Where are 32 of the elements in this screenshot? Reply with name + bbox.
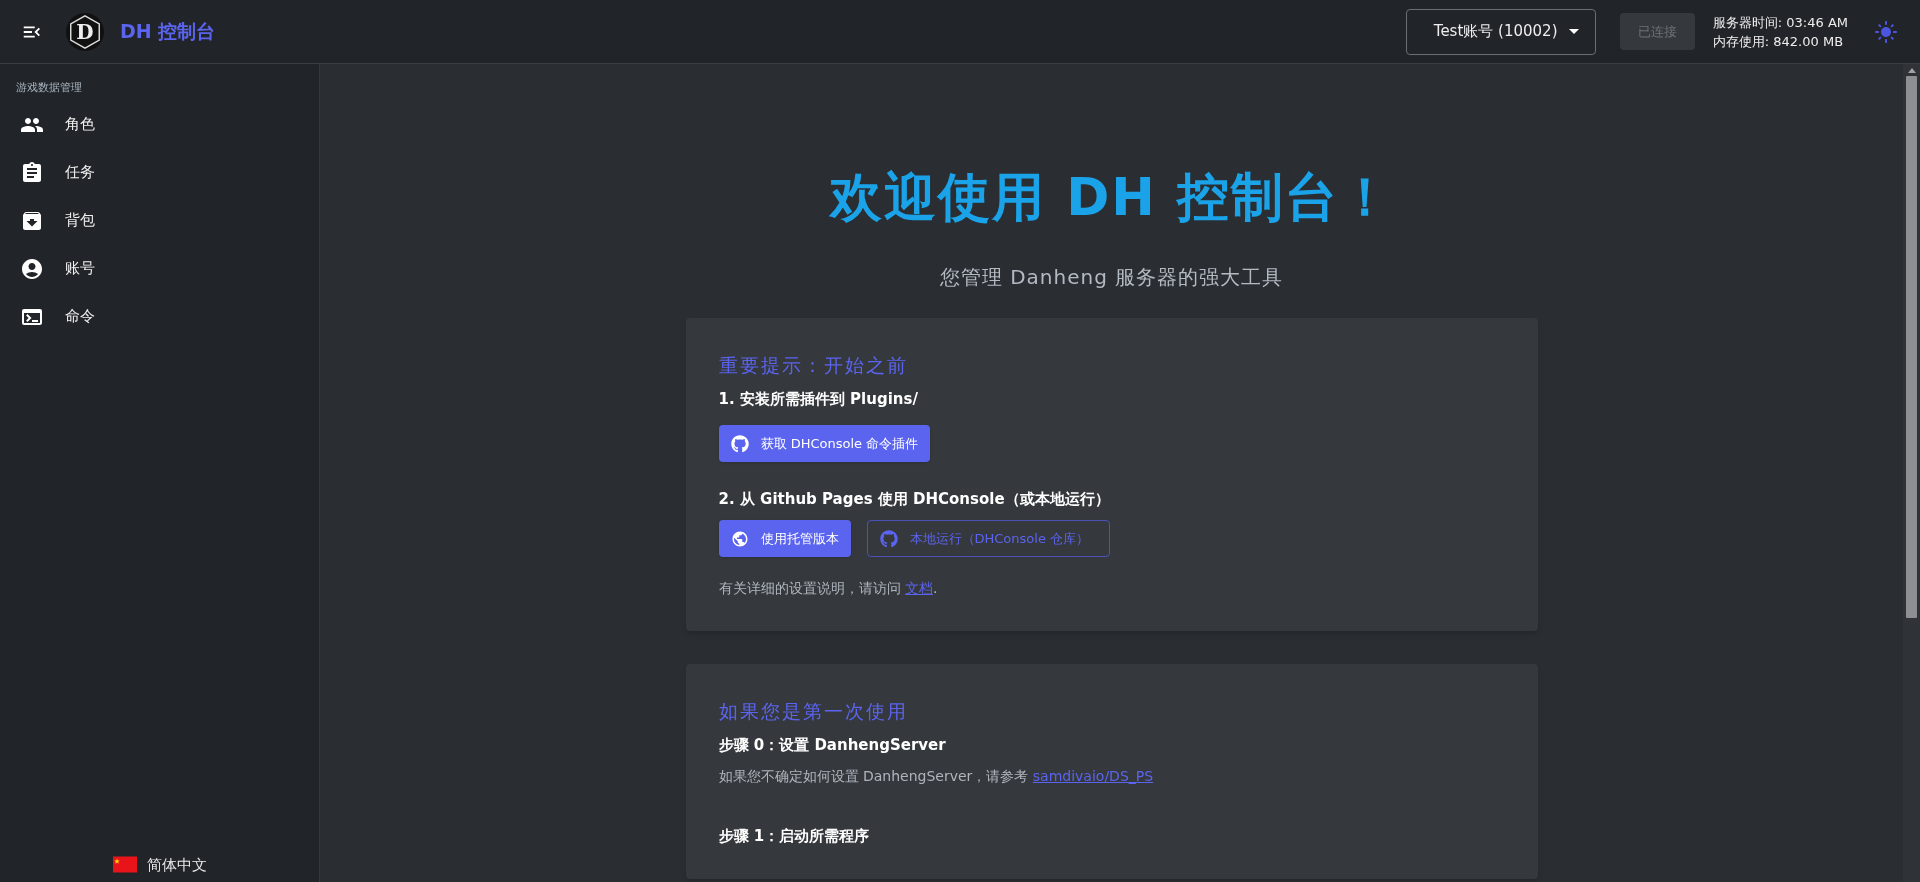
github-icon xyxy=(730,434,749,453)
action-button[interactable]: 使用托管版本 xyxy=(718,520,851,557)
note-text: 如果您不确定如何设置 DanhengServer，请参考 samdivaio/DS_PS xyxy=(718,767,1154,786)
flag-icon xyxy=(112,856,137,874)
sidebar-item[interactable]: 命令 xyxy=(0,292,319,341)
github-icon xyxy=(879,529,898,548)
step-text: 2. 从 Github Pages 使用 DHConsole（或本地运行） xyxy=(718,489,1110,510)
globe-icon xyxy=(730,529,749,548)
theme-toggle-icon[interactable] xyxy=(1874,19,1898,44)
welcome-title: 欢迎使用 DH 控制台！ xyxy=(830,166,1393,229)
app-title: DH 控制台 xyxy=(120,19,216,45)
logo: D xyxy=(66,12,104,51)
sidebar-item[interactable]: 角色 xyxy=(0,100,319,149)
sidebar-item[interactable]: 账号 xyxy=(0,244,319,293)
subtitle: 您管理 Danheng 服务器的强大工具 xyxy=(939,264,1284,291)
step-text: 步骤 0：设置 DanhengServer xyxy=(718,735,946,756)
step-text: 1. 安装所需插件到 Plugins/ xyxy=(718,389,918,410)
card-heading: 重要提示：开始之前 xyxy=(718,353,908,378)
note-text: 有关详细的设置说明，请访问 文档. xyxy=(718,579,938,598)
language-selector[interactable]: 简体中文 xyxy=(112,853,207,876)
account-select[interactable]: Test账号 (10002) xyxy=(1405,8,1596,55)
dropdown-caret-icon xyxy=(1568,29,1579,34)
sidebar-item[interactable]: 背包 xyxy=(0,196,319,245)
clipboard-icon xyxy=(20,160,44,185)
sidebar-section-title: 游戏数据管理 xyxy=(16,80,82,96)
sidebar-item[interactable]: 任务 xyxy=(0,148,319,197)
scrollbar[interactable] xyxy=(1903,64,1920,882)
card-heading: 如果您是第一次使用 xyxy=(718,699,908,724)
memory-usage: 内存使用: 842.00 MB xyxy=(1712,32,1845,51)
server-time: 服务器时间: 03:46 AM xyxy=(1712,13,1848,32)
step-text: 步骤 1：启动所需程序 xyxy=(718,826,870,847)
action-button[interactable]: 获取 DHConsole 命令插件 xyxy=(718,425,931,462)
